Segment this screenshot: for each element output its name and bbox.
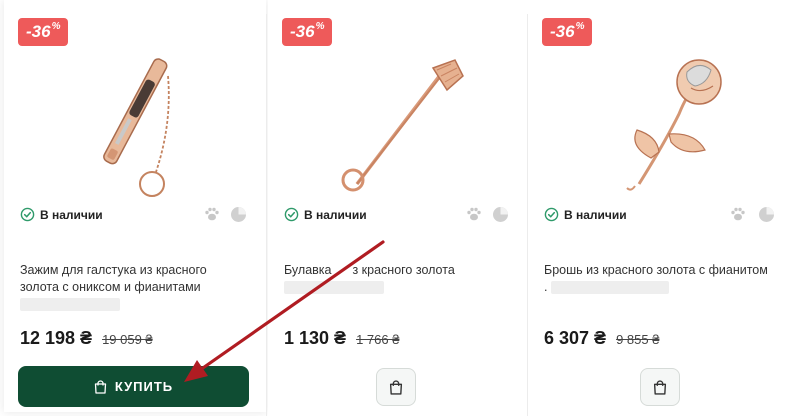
discount-unit: % [315,21,325,32]
product-image[interactable] [268,54,526,202]
stock-status: В наличии [20,207,103,222]
paw-icon [467,207,481,221]
old-price: 19 059 ₴ [102,332,153,347]
stock-label: В наличии [564,207,627,222]
product-title-end: з красного золота [352,263,455,277]
add-to-cart-button[interactable] [640,368,680,406]
card-divider [266,14,267,416]
add-to-cart-button[interactable] [376,368,416,406]
product-image[interactable] [4,54,266,202]
current-price: 6 307 ₴ [544,328,607,348]
discount-badge: -36 % [542,18,593,46]
price-block: 12 198 ₴ 19 059 ₴ [20,328,153,349]
buy-button[interactable]: КУПИТЬ [18,366,249,407]
product-card[interactable]: -36 % В наличии [4,0,266,412]
stock-label: В наличии [304,207,367,222]
check-circle-icon [284,207,299,222]
shopping-bag-icon [94,379,106,394]
buy-button-label: КУПИТЬ [114,379,174,394]
pie-chart-icon [231,207,246,222]
pie-chart-icon [493,207,508,222]
shopping-bag-icon [389,379,403,395]
discount-value: -36 [550,22,575,41]
product-card[interactable]: -36 % В наличии [528,0,800,416]
product-grid: -36 % В наличии Зажим для галстука из кр… [0,0,800,416]
paw-icon [731,207,745,221]
discount-unit: % [575,21,585,32]
tie-clip-icon [103,58,170,197]
discount-value: -36 [26,22,51,41]
stock-status: В наличии [284,207,367,222]
discount-value: -36 [290,22,315,41]
discount-badge: -36 % [18,18,69,46]
current-price: 12 198 ₴ [20,328,93,348]
check-circle-icon [20,207,35,222]
product-title[interactable]: Брошь из красного золота с фианитом . [544,262,769,296]
price-block: 1 130 ₴ 1 766 ₴ [284,328,399,349]
rose-brooch-icon [626,59,722,191]
old-price: 1 766 ₴ [356,332,400,347]
product-image[interactable] [528,54,800,202]
stock-label: В наличии [40,207,103,222]
shopping-bag-icon [653,379,667,395]
stock-status: В наличии [544,207,627,222]
product-card[interactable]: -36 % В наличии [268,0,526,416]
product-title-text: Зажим для галстука из красного золота с … [20,263,207,294]
blurred-text [20,298,120,312]
product-title[interactable]: Зажим для галстука из красного золота с … [20,262,245,313]
product-title-start: Булавка [284,263,332,277]
product-title[interactable]: Булавка з красного золота [284,262,509,296]
discount-badge: -36 % [282,18,333,46]
blurred-text [284,281,384,295]
blurred-text [550,281,669,295]
old-price: 9 855 ₴ [616,332,660,347]
safety-pin-icon [341,59,464,192]
current-price: 1 130 ₴ [284,328,347,348]
pie-chart-icon [759,207,774,222]
check-circle-icon [544,207,559,222]
discount-unit: % [51,21,61,32]
price-block: 6 307 ₴ 9 855 ₴ [544,328,659,349]
paw-icon [205,207,219,221]
